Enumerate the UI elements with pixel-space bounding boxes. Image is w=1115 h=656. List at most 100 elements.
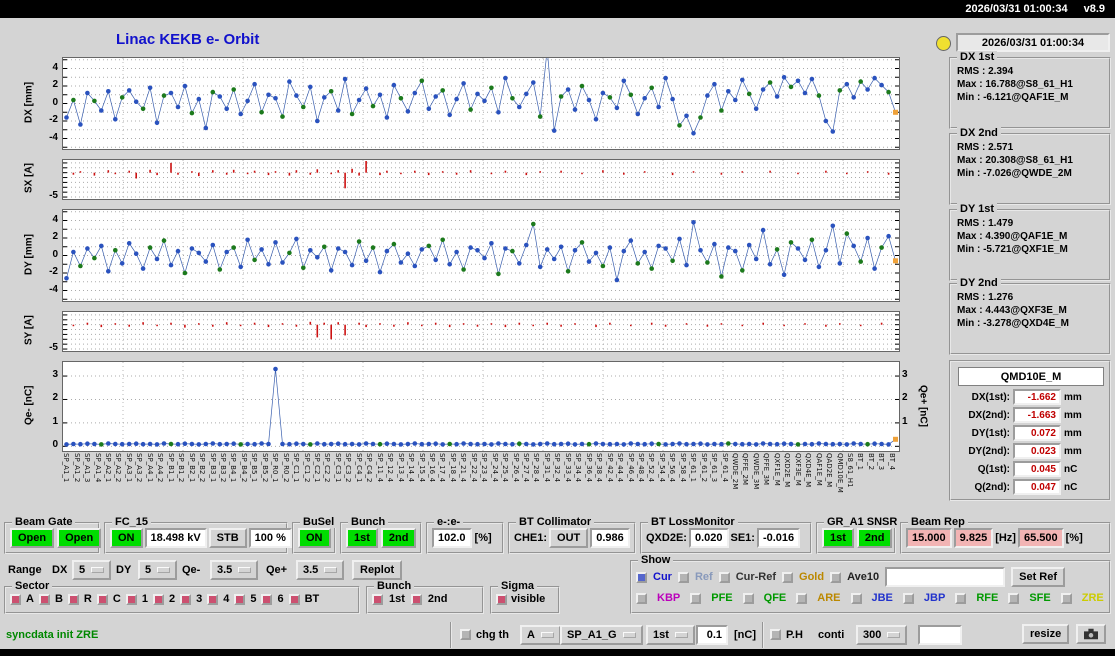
sector-5-checkbox[interactable] <box>234 594 245 605</box>
fc15-title: FC_15 <box>112 516 151 528</box>
trigger-select[interactable]: A <box>520 625 561 645</box>
stats-max: Max : 20.308@S8_61_H1 <box>951 154 1109 167</box>
set-ref-input[interactable] <box>885 567 1005 587</box>
sector-5-label: 5 <box>250 593 256 605</box>
option-dash-icon <box>157 567 170 573</box>
show-jbp-checkbox[interactable] <box>903 593 914 604</box>
sector-3-checkbox[interactable] <box>180 594 191 605</box>
stats-rms: RMS : 2.571 <box>951 141 1109 154</box>
x-axis-label: SP_44_4 <box>616 453 624 482</box>
beam-gate-open2-button[interactable]: Open <box>57 528 101 548</box>
divider <box>762 622 764 648</box>
qmd-row: DY(1st):0.072mm <box>954 425 1082 441</box>
busel-on-button[interactable]: ON <box>298 528 331 548</box>
bunch-2nd-checkbox[interactable] <box>411 594 422 605</box>
dy-tick-label: 4 <box>36 214 58 225</box>
dx-tick-label: -2 <box>36 114 58 125</box>
sector-c-checkbox[interactable] <box>97 594 108 605</box>
sector-2-checkbox[interactable] <box>153 594 164 605</box>
show-gold-checkbox[interactable] <box>782 572 793 583</box>
dy-tick-label: 0 <box>36 249 58 260</box>
show-ref-label: Ref <box>695 571 713 583</box>
show-sfe-checkbox[interactable] <box>1008 593 1019 604</box>
bunch-2nd-button[interactable]: 2nd <box>381 528 417 548</box>
show-zre-checkbox[interactable] <box>1061 593 1072 604</box>
page-title: Linac KEKB e- Orbit <box>116 31 259 48</box>
sector-6-checkbox[interactable] <box>261 594 272 605</box>
range-dx-select[interactable]: 5 <box>72 560 111 580</box>
sector-a-checkbox[interactable] <box>10 594 21 605</box>
threshold-value[interactable]: 0.1 <box>696 625 728 645</box>
stats-min: Min : -7.026@QWDE_2M <box>951 167 1109 180</box>
qmd-title: QMD10E_M <box>958 367 1104 386</box>
dy-tick-label: 2 <box>36 231 58 242</box>
range-qp-select[interactable]: 3.5 <box>296 560 344 580</box>
sigma-visible-label: visible <box>511 593 545 605</box>
sigma-visible-checkbox[interactable] <box>496 594 507 605</box>
q-right-axis-label: Qe+ [nC] <box>916 361 930 450</box>
beam-gate-open1-button[interactable]: Open <box>10 528 54 548</box>
fc15-stb-button[interactable]: STB <box>209 528 247 548</box>
titlebar-version: v8.9 <box>1084 3 1105 15</box>
sector-r-checkbox[interactable] <box>68 594 79 605</box>
gr-a1-1st-button[interactable]: 1st <box>822 528 854 548</box>
x-axis-label: SP_25_4 <box>501 453 509 482</box>
x-axis-label: SP_42_4 <box>606 453 614 482</box>
dy-tick-label: -4 <box>36 284 58 295</box>
conti-label: conti <box>818 629 844 641</box>
camera-button[interactable] <box>1076 624 1106 644</box>
gr-a1-2nd-button[interactable]: 2nd <box>857 528 893 548</box>
sector-bt-checkbox[interactable] <box>289 594 300 605</box>
range-dy-select[interactable]: 5 <box>138 560 177 580</box>
show-are-checkbox[interactable] <box>796 593 807 604</box>
qxd2e-label: QXD2E: <box>646 532 687 544</box>
show-ave10-checkbox[interactable] <box>830 572 841 583</box>
range-qm-select[interactable]: 3.5 <box>210 560 258 580</box>
aux-input[interactable] <box>918 625 962 645</box>
stats-group-title: DX 2nd <box>957 127 1001 139</box>
show-cur-ref-checkbox[interactable] <box>719 572 730 583</box>
stats-group-title: DY 1st <box>957 203 997 215</box>
bunch-select[interactable]: 1st <box>646 625 695 645</box>
bunch-bottom-title: Bunch <box>374 580 414 592</box>
fc15-on-button[interactable]: ON <box>110 528 143 548</box>
chg-th-checkbox[interactable] <box>460 629 471 640</box>
che1-state-button[interactable]: OUT <box>549 528 588 548</box>
show-cur-checkbox[interactable] <box>636 572 647 583</box>
dy-tick-label: -2 <box>36 266 58 277</box>
x-axis-label: SP_B2_1 <box>188 453 196 482</box>
qmd-row: Q(2nd):0.047nC <box>954 479 1077 495</box>
x-axis-label: SP_31_4 <box>543 453 551 482</box>
sector-4-checkbox[interactable] <box>207 594 218 605</box>
x-axis-label: QXF1E_M <box>773 453 781 486</box>
show-pfe-checkbox[interactable] <box>690 593 701 604</box>
interval-select[interactable]: 300 <box>856 625 907 645</box>
x-axis-label: QFFE_3M <box>762 453 770 485</box>
range-dy-value: 5 <box>145 564 151 576</box>
show-kbp-checkbox[interactable] <box>636 593 647 604</box>
resize-button[interactable]: resize <box>1022 624 1069 644</box>
qmd-row-value: -1.663 <box>1013 407 1061 423</box>
x-axis-label: S8_61_H1 <box>846 453 854 488</box>
ee-ratio-value: 102.0 <box>432 528 472 548</box>
option-dash-icon <box>324 567 337 573</box>
set-ref-button[interactable]: Set Ref <box>1011 567 1065 587</box>
ph-checkbox[interactable] <box>770 629 781 640</box>
sector-b-checkbox[interactable] <box>39 594 50 605</box>
sector-1-checkbox[interactable] <box>126 594 137 605</box>
bunch-1st-button[interactable]: 1st <box>346 528 378 548</box>
sp-select[interactable]: SP_A1_G <box>560 625 643 645</box>
range-qp-label: Qe+ <box>266 564 287 576</box>
bunch-1st-checkbox[interactable] <box>372 594 383 605</box>
x-axis-label: BT_2 <box>867 453 875 470</box>
sector-1-label: 1 <box>142 593 148 605</box>
qmd-row: DX(1st):-1.662mm <box>954 389 1082 405</box>
x-axis-label: SP_28_4 <box>532 453 540 482</box>
replot-button[interactable]: Replot <box>352 560 402 580</box>
snapshot-datetime: 2026/03/31 01:00:34 <box>956 33 1110 52</box>
show-jbe-checkbox[interactable] <box>851 593 862 604</box>
x-axis-label: SP_C4_1 <box>355 453 363 482</box>
show-rfe-checkbox[interactable] <box>955 593 966 604</box>
show-ref-checkbox[interactable] <box>678 572 689 583</box>
show-qfe-checkbox[interactable] <box>743 593 754 604</box>
